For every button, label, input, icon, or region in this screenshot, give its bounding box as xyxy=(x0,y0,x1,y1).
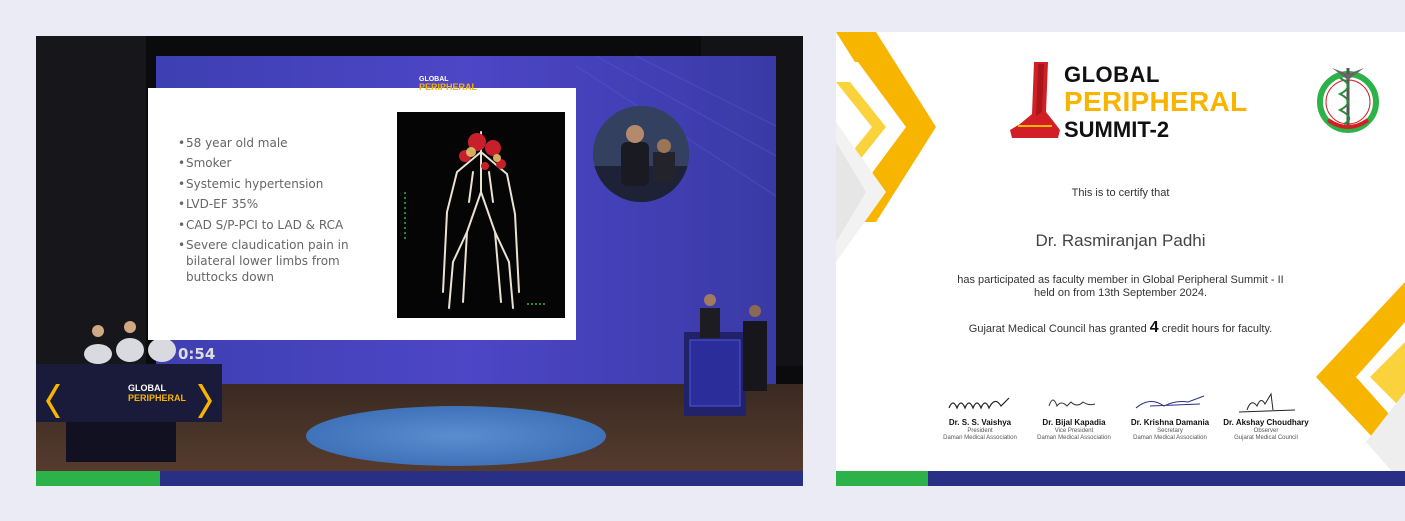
signatory-org: Daman Medical Association xyxy=(943,435,1017,441)
screen-logo-line3: SUMMIT-2 xyxy=(419,92,453,99)
signatory-org: Gujarat Medical Council xyxy=(1234,435,1298,441)
participation-line-2: held on from 13th September 2024. xyxy=(1033,287,1208,299)
stage-platform xyxy=(306,406,606,466)
credit-hours-text: Gujarat Medical Council has granted 4 cr… xyxy=(836,319,1405,337)
accent-bar-green xyxy=(836,471,928,486)
slide-bullet: Smoker xyxy=(178,153,388,174)
slide-bullet: 58 year old male xyxy=(178,133,388,154)
signatory-name: Dr. Bijal Kapadia xyxy=(1042,418,1106,427)
signatory-name: Dr. Akshay Choudhary xyxy=(1223,418,1309,427)
signatory: Dr. S. S. Vaishya President Daman Medica… xyxy=(930,392,1030,441)
ct-angiogram-image xyxy=(397,112,565,318)
desk-summit-logo: GLOBAL PERIPHERAL xyxy=(128,383,186,403)
accent-bar-green xyxy=(36,471,160,486)
slide-bullet: LVD-EF 35% xyxy=(178,194,388,215)
screen-summit-logo: GLOBAL PERIPHERAL SUMMIT-2 xyxy=(419,76,477,99)
participation-text: has participated as faculty member in Gl… xyxy=(836,274,1405,300)
credit-prefix: Gujarat Medical Council has granted xyxy=(968,323,1147,335)
accent-bar-navy xyxy=(928,471,1405,486)
signatory-role: Vice President xyxy=(1054,428,1094,434)
signatory-role: President xyxy=(967,428,993,434)
accent-bar-navy xyxy=(160,471,803,486)
certificate: GLOBAL PERIPHERAL SUMMIT-2 This is to ce… xyxy=(836,32,1405,486)
signatory-org: Daman Medical Association xyxy=(1037,435,1111,441)
presenter-inset xyxy=(593,106,689,202)
boot-leg-icon xyxy=(1010,62,1060,138)
screen-logo-line2: PERIPHERAL xyxy=(419,82,478,92)
signatory-role: Observer xyxy=(1253,428,1279,434)
conference-photo: 58 year old male Smoker Systemic hyperte… xyxy=(36,36,803,486)
slide-bullet-list: 58 year old male Smoker Systemic hyperte… xyxy=(178,133,388,286)
signatory-name: Dr. S. S. Vaishya xyxy=(948,418,1012,427)
medical-association-emblem-icon xyxy=(1317,68,1379,133)
slide-bullet: CAD S/P-PCI to LAD & RCA xyxy=(178,215,388,236)
desk-logo-line2: PERIPHERAL xyxy=(128,393,187,403)
desk-logo-line1: GLOBAL xyxy=(128,383,166,393)
certificate-summit-logo: GLOBAL PERIPHERAL SUMMIT-2 xyxy=(1004,60,1264,150)
certify-text: This is to certify that xyxy=(1071,187,1170,199)
slide-bullet: Severe claudication pain in bilateral lo… xyxy=(178,237,388,286)
slide-panel: 58 year old male Smoker Systemic hyperte… xyxy=(148,88,576,340)
signatory: Dr. Krishna Damania Secretary Daman Medi… xyxy=(1120,392,1220,441)
signatory: Dr. Akshay Choudhary Observer Gujarat Me… xyxy=(1216,392,1316,441)
signature-mark xyxy=(1048,399,1096,408)
cert-logo-line3: SUMMIT-2 xyxy=(1064,117,1170,142)
signature-mark xyxy=(1238,392,1296,413)
recipient-name: Dr. Rasmiranjan Padhi xyxy=(1035,231,1206,250)
cert-logo-line2: PERIPHERAL xyxy=(1064,86,1248,117)
participation-line-1: has participated as faculty member in Gl… xyxy=(957,274,1284,286)
signatory-name: Dr. Krishna Damania xyxy=(1130,418,1210,427)
slide-bullet: Systemic hypertension xyxy=(178,174,388,195)
credit-hours-value: 4 xyxy=(1149,319,1159,336)
cert-logo-line1: GLOBAL xyxy=(1064,62,1160,87)
signature-mark xyxy=(948,397,1010,410)
signatory: Dr. Bijal Kapadia Vice President Daman M… xyxy=(1024,392,1124,441)
signature-mark xyxy=(1135,395,1205,409)
stage-timer: 0:54 xyxy=(178,345,216,363)
signatory-role: Secretary xyxy=(1157,428,1183,434)
signatory-org: Daman Medical Association xyxy=(1133,435,1207,441)
credit-suffix: credit hours for faculty. xyxy=(1161,323,1273,335)
